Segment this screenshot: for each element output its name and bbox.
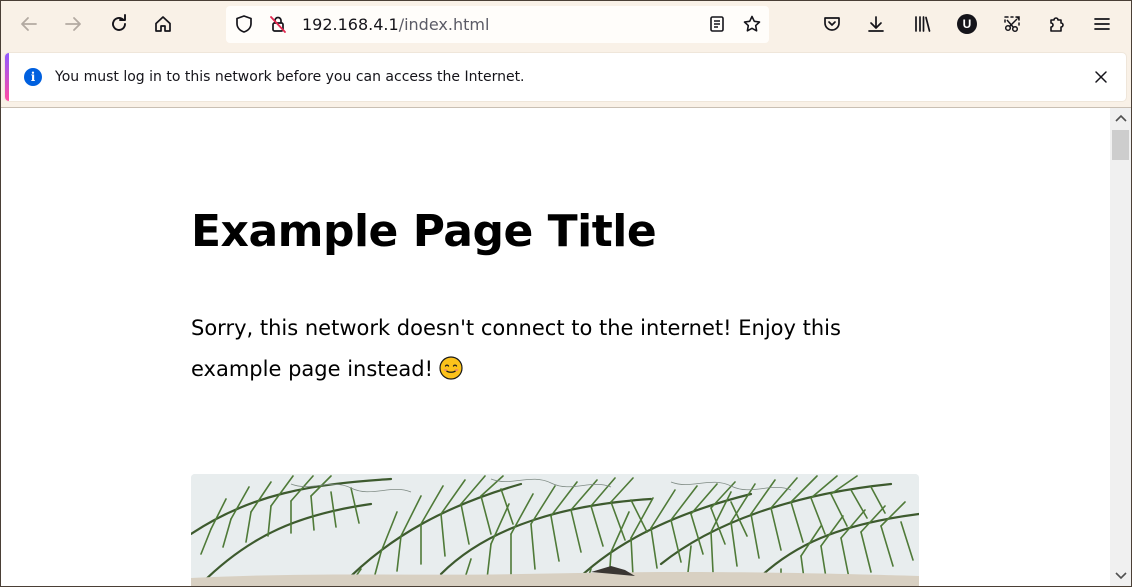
extensions-button[interactable] (1042, 9, 1072, 39)
url-bar[interactable]: 192.168.4.1/index.html (226, 6, 769, 43)
downloads-icon (868, 16, 884, 32)
screenshot-button[interactable] (997, 9, 1027, 39)
url-host: 192.168.4.1 (302, 15, 399, 34)
tracking-protection-button[interactable] (229, 9, 259, 39)
library-icon (915, 16, 931, 32)
url-text[interactable]: 192.168.4.1/index.html (302, 15, 489, 34)
menu-icon (1094, 18, 1110, 30)
page-message: Sorry, this network doesn't connect to t… (191, 308, 911, 390)
vertical-scrollbar[interactable] (1110, 108, 1131, 586)
account-initial: U (962, 17, 972, 31)
reload-button[interactable] (104, 9, 134, 39)
chevron-down-icon (1114, 572, 1127, 580)
notification-message: You must log in to this network before y… (55, 69, 525, 85)
downloads-button[interactable] (861, 9, 891, 39)
notification-accent-bar (5, 53, 9, 101)
bookmark-button[interactable] (737, 9, 767, 39)
forward-button[interactable] (58, 9, 88, 39)
reload-icon (112, 14, 126, 31)
account-button[interactable]: U (952, 9, 982, 39)
reader-view-icon (710, 16, 724, 32)
page-content: Example Page Title Sorry, this network d… (1, 108, 1110, 586)
back-button[interactable] (14, 9, 44, 39)
scrollbar-thumb[interactable] (1112, 130, 1129, 160)
screenshot-icon (1004, 16, 1020, 33)
home-icon (155, 16, 171, 32)
home-button[interactable] (148, 9, 178, 39)
notification-close-button[interactable] (1091, 67, 1111, 87)
info-glyph: i (30, 70, 36, 84)
captive-portal-notification: i You must log in to this network before… (5, 53, 1126, 101)
close-icon (1095, 71, 1107, 83)
menu-button[interactable] (1087, 9, 1117, 39)
account-icon: U (957, 14, 977, 34)
back-icon (21, 17, 37, 31)
navigation-toolbar: 192.168.4.1/index.html U (1, 1, 1131, 48)
bookmark-star-icon (743, 15, 761, 32)
extensions-icon (1050, 17, 1064, 32)
info-icon: i (24, 68, 42, 86)
scroll-up-button[interactable] (1110, 108, 1131, 128)
forward-icon (65, 17, 81, 31)
browser-window: 192.168.4.1/index.html U i You must log … (0, 0, 1132, 587)
scroll-down-button[interactable] (1110, 566, 1131, 586)
url-path: /index.html (398, 15, 490, 34)
reader-view-button[interactable] (702, 9, 732, 39)
library-button[interactable] (907, 9, 937, 39)
smiley-emoji-icon (439, 356, 463, 380)
shield-icon (236, 15, 252, 33)
page-photo (191, 474, 919, 586)
page-message-text: Sorry, this network doesn't connect to t… (191, 316, 841, 381)
palm-fronds-image (191, 474, 919, 586)
page-title: Example Page Title (191, 206, 657, 257)
insecure-lock-icon (270, 16, 286, 33)
chevron-up-icon (1114, 114, 1127, 122)
pocket-icon (824, 17, 840, 31)
site-security-button[interactable] (263, 9, 293, 39)
pocket-button[interactable] (817, 9, 847, 39)
